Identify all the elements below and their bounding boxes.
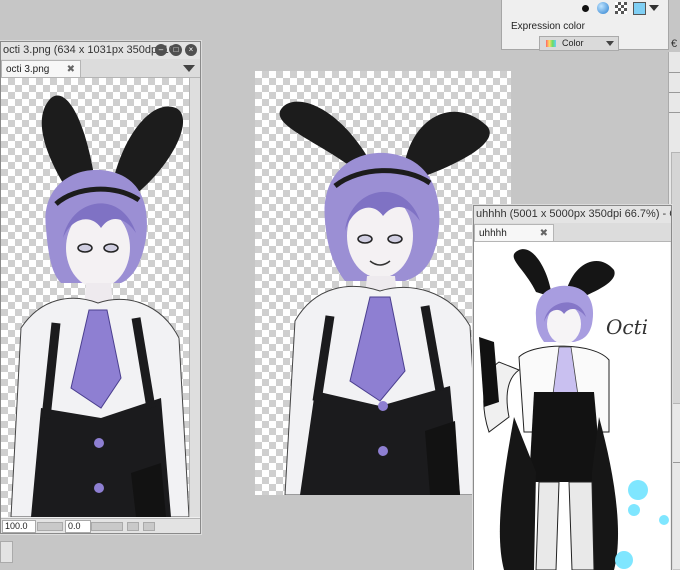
canvas-octi3[interactable] xyxy=(1,78,189,517)
canvas-window-uhhhh: uhhhh (5001 x 5000px 350dpi 66.7%) - CLI… xyxy=(473,205,672,570)
eye-left xyxy=(357,234,373,244)
expression-color-dropdown[interactable]: Color xyxy=(539,36,619,51)
bunny-ear-left xyxy=(513,249,552,297)
color-gradient-icon xyxy=(546,40,556,47)
tab-octi3[interactable]: octi 3.png ✖ xyxy=(1,60,81,77)
panel-divider xyxy=(669,72,680,73)
eye-left xyxy=(77,243,93,253)
tab-bar: uhhhh ✖ xyxy=(474,223,671,242)
window-title: uhhhh (5001 x 5000px 350dpi 66.7%) - CLI… xyxy=(474,206,671,223)
glove xyxy=(425,421,460,495)
cyan-dot xyxy=(628,504,640,516)
rotation-field[interactable]: 0.0 xyxy=(65,520,91,533)
dropdown-label: Color xyxy=(562,38,584,48)
close-icon[interactable]: × xyxy=(185,44,197,56)
color-mode-row xyxy=(502,0,668,16)
button xyxy=(378,446,388,456)
tab-close-icon[interactable]: ✖ xyxy=(540,225,548,242)
canvas-uhhhh[interactable]: Octi xyxy=(474,242,670,570)
coat-tail-left xyxy=(499,417,536,570)
dropdown-arrow-icon[interactable] xyxy=(649,5,659,11)
tab-bar: octi 3.png ✖ xyxy=(1,59,200,78)
maximize-icon[interactable]: □ xyxy=(170,44,182,56)
minimize-icon[interactable]: – xyxy=(155,44,167,56)
panel-divider xyxy=(669,92,680,93)
bunny-ear-left xyxy=(279,101,370,166)
rotation-slider[interactable] xyxy=(91,522,123,531)
expression-color-label: Expression color xyxy=(511,21,585,32)
transparency-icon[interactable] xyxy=(615,2,627,14)
character-artwork xyxy=(10,95,189,517)
tab-menu-arrow-icon[interactable] xyxy=(183,65,195,72)
button xyxy=(94,438,104,448)
black-dot-icon[interactable] xyxy=(582,5,589,12)
legs xyxy=(535,481,595,570)
zoom-slider[interactable] xyxy=(37,522,63,531)
eye-right xyxy=(103,243,119,253)
chevron-down-icon xyxy=(606,41,614,46)
glove-left xyxy=(479,337,499,407)
scroll-arrow-icon[interactable] xyxy=(0,541,13,563)
zoom-field[interactable]: 100.0 xyxy=(2,520,36,533)
tab-uhhhh[interactable]: uhhhh ✖ xyxy=(474,224,554,241)
eye-right xyxy=(387,234,403,244)
button xyxy=(378,401,388,411)
cyan-dot xyxy=(659,515,669,525)
color-swatch[interactable] xyxy=(633,2,646,15)
vertical-scrollbar[interactable] xyxy=(189,78,200,517)
vest xyxy=(529,392,602,482)
cyan-dot xyxy=(615,551,633,569)
tab-close-icon[interactable]: ✖ xyxy=(67,61,75,78)
cyan-dot xyxy=(628,480,648,500)
panel-scrollbar[interactable] xyxy=(671,152,680,404)
button xyxy=(94,483,104,493)
reset-button[interactable] xyxy=(143,522,155,531)
signature-text: Octi xyxy=(606,315,648,339)
flip-button[interactable] xyxy=(127,522,139,531)
top-right-label: € xyxy=(671,38,678,50)
tool-property-panel: Expression color Color xyxy=(501,0,669,51)
tab-label: uhhhh xyxy=(479,228,507,239)
canvas-window-octi3: octi 3.png (634 x 1031px 350dpi 10 – □ ×… xyxy=(0,41,201,534)
sketch-artwork: Octi xyxy=(479,249,669,570)
tab-label: octi 3.png xyxy=(6,64,50,75)
panel-divider xyxy=(669,112,680,113)
status-bar: 100.0 0.0 xyxy=(1,518,200,533)
color-sphere-icon[interactable] xyxy=(597,2,609,14)
